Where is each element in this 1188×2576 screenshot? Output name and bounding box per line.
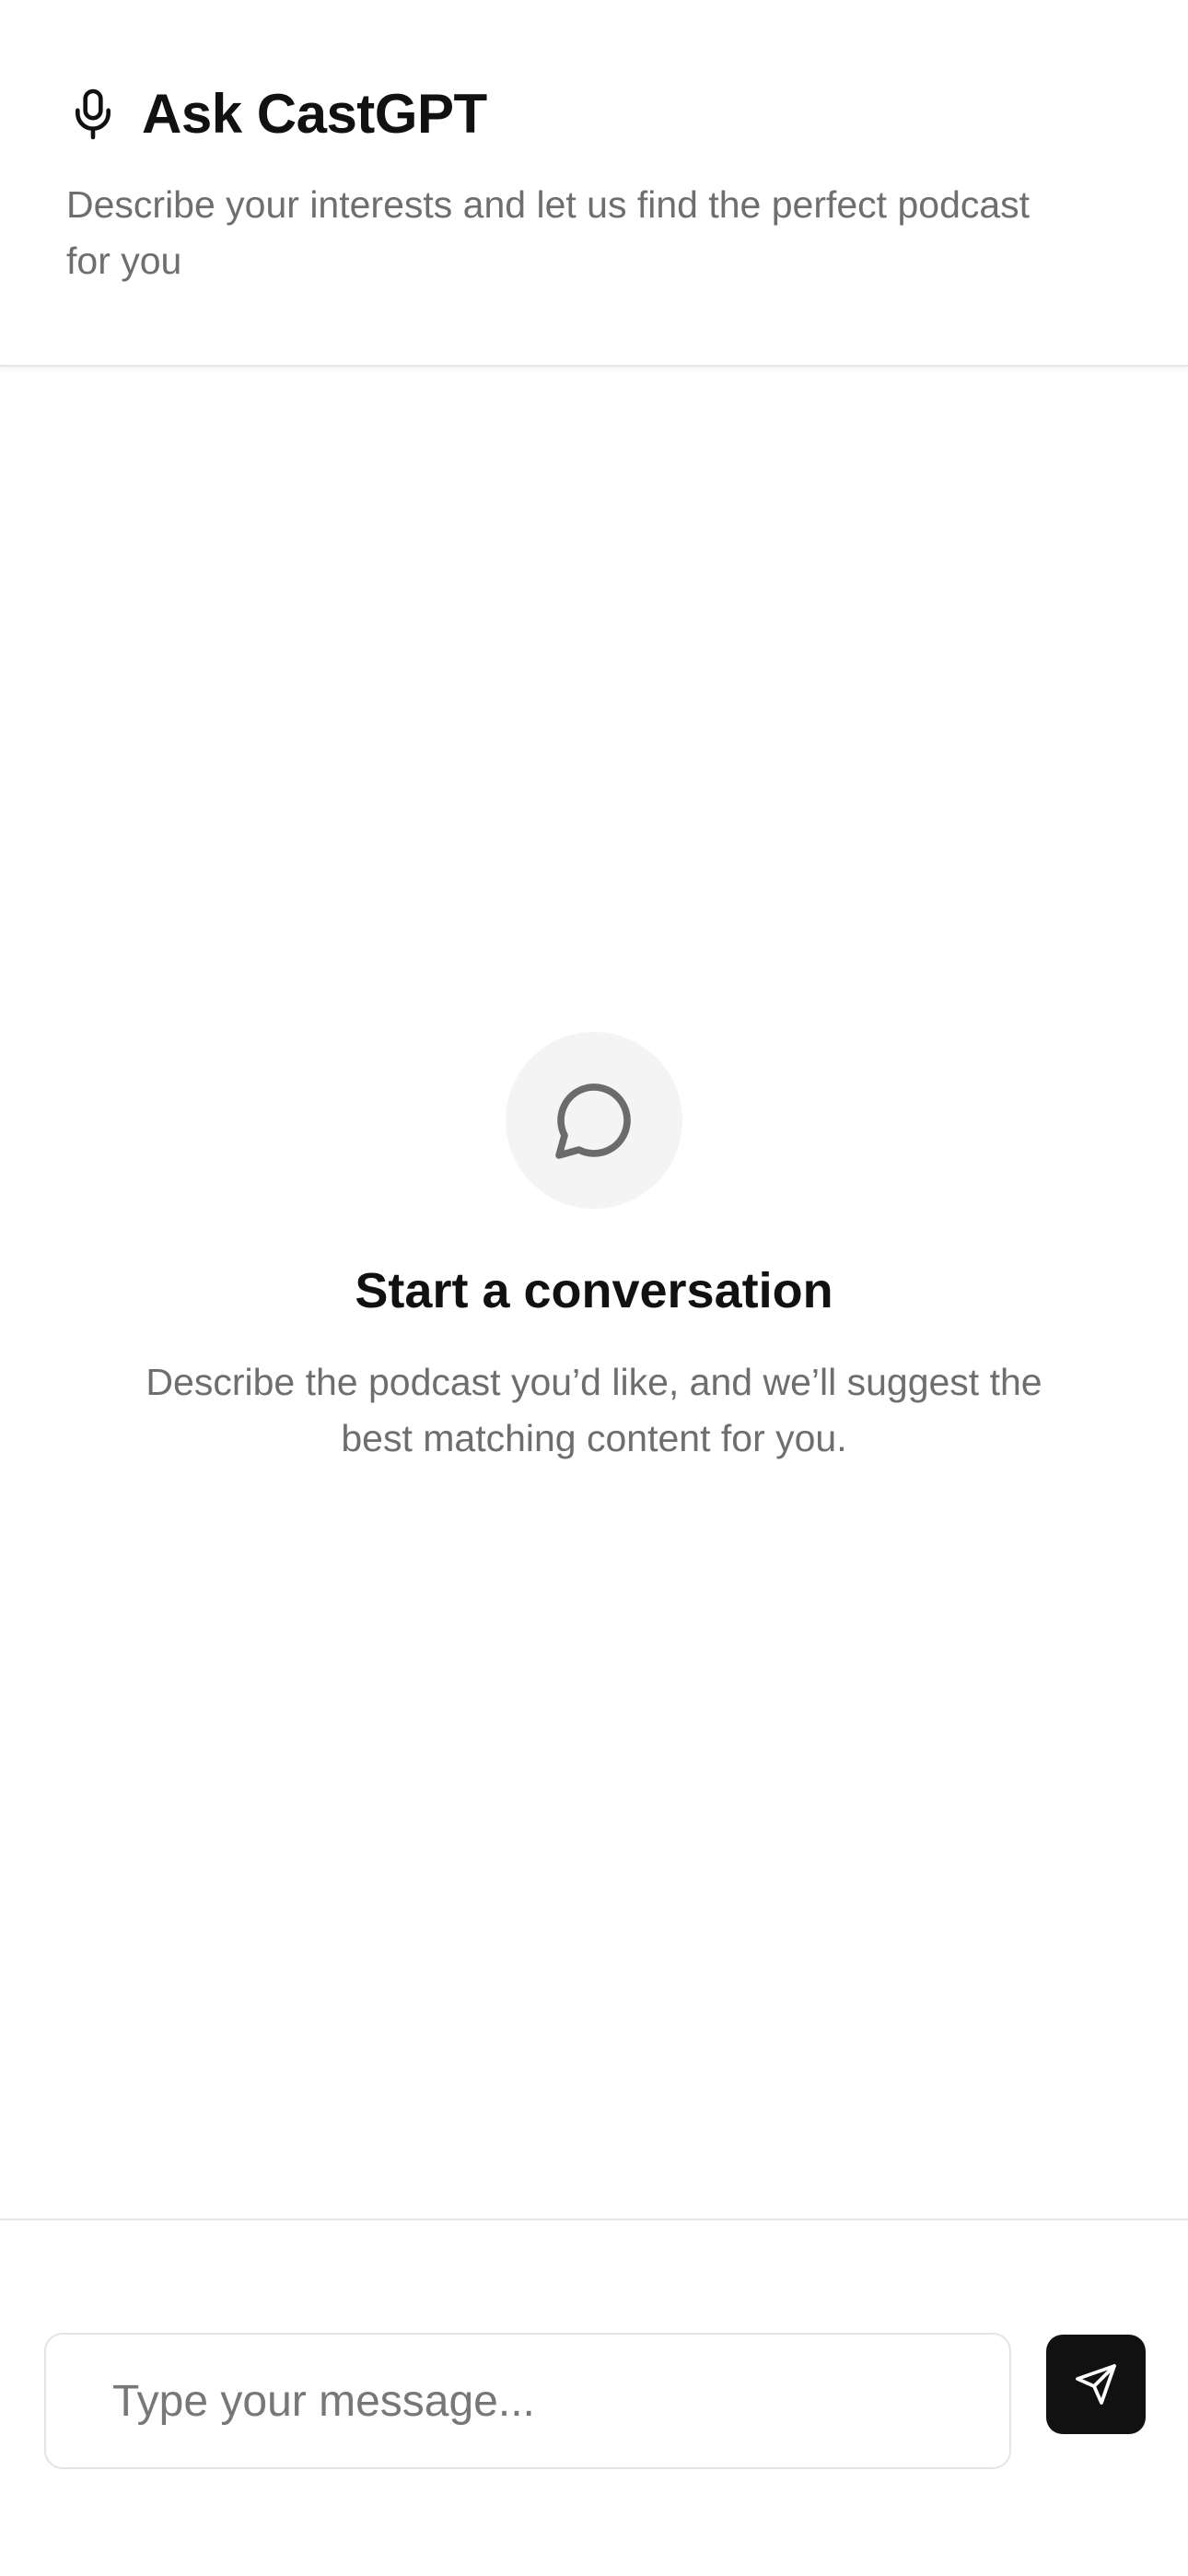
message-composer [0,2219,1188,2576]
empty-state: Start a conversation Describe the podcas… [0,1032,1188,1467]
app-root: Ask CastGPT Describe your interests and … [0,0,1188,2576]
app-subtitle: Describe your interests and let us find … [66,183,1031,282]
header: Ask CastGPT Describe your interests and … [0,0,1188,367]
send-button[interactable] [1046,2335,1146,2434]
title-row: Ask CastGPT [66,81,487,147]
empty-state-title: Start a conversation [355,1263,833,1318]
message-input[interactable] [44,2333,1011,2469]
app-title: Ask CastGPT [142,83,487,145]
message-circle-icon [506,1032,682,1209]
microphone-icon [66,86,120,143]
send-icon [1074,2362,1118,2406]
empty-state-description: Describe the podcast you’d like, and we’… [146,1361,1042,1459]
